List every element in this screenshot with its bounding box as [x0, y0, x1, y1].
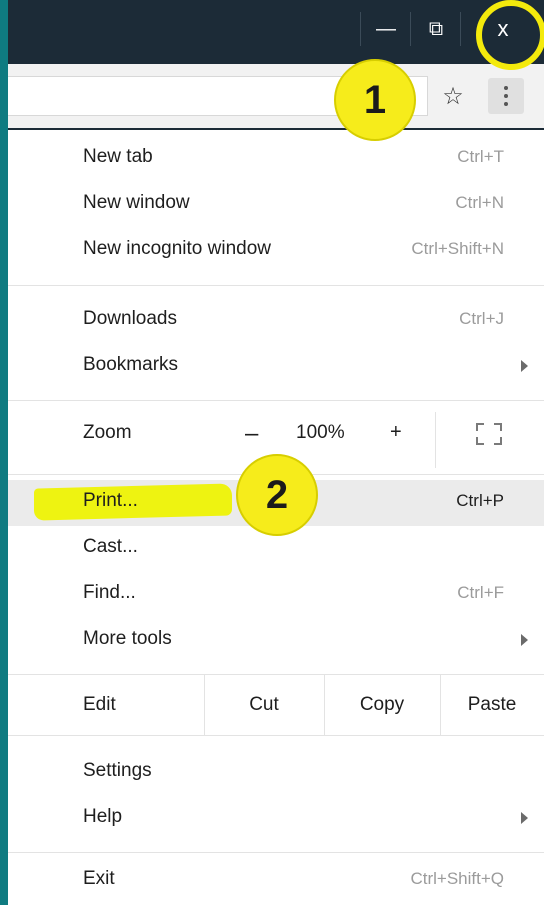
paste-button[interactable]: Paste: [440, 675, 544, 735]
menu-item-label: New tab: [83, 146, 153, 167]
menu-item-new-tab[interactable]: New tab Ctrl+T: [8, 136, 544, 182]
menu-item-edit: Edit Cut Copy Paste: [8, 675, 544, 735]
toolbar: ☆: [8, 64, 544, 128]
zoom-level: 100%: [296, 422, 345, 443]
menu-divider: [8, 400, 544, 401]
menu-item-new-incognito-window[interactable]: New incognito window Ctrl+Shift+N: [8, 228, 544, 274]
menu-item-label: Cast...: [83, 536, 138, 557]
menu-item-shortcut: Ctrl+Shift+N: [411, 239, 504, 258]
menu-item-find[interactable]: Find... Ctrl+F: [8, 572, 544, 618]
submenu-arrow-icon: [521, 360, 528, 372]
menu-divider: [8, 285, 544, 286]
close-button[interactable]: x: [460, 12, 544, 46]
submenu-arrow-icon: [521, 812, 528, 824]
menu-item-label: New window: [83, 192, 190, 213]
menu-item-label: Zoom: [83, 422, 132, 443]
browser-window: — ⧉ x ☆ New tab Ctrl+T New window Ctrl+N…: [8, 0, 544, 905]
menu-item-more-tools[interactable]: More tools: [8, 618, 544, 664]
zoom-out-button[interactable]: –: [245, 420, 258, 448]
title-bar: — ⧉ x: [8, 0, 544, 64]
menu-kebab-button[interactable]: [488, 78, 524, 114]
menu-item-downloads[interactable]: Downloads Ctrl+J: [8, 298, 544, 344]
menu-item-shortcut: Ctrl+N: [455, 193, 504, 212]
step-1-badge: 1: [334, 59, 416, 141]
menu-item-label: More tools: [83, 628, 172, 649]
kebab-dot: [504, 102, 508, 106]
menu-item-label: Print...: [83, 490, 138, 511]
copy-button[interactable]: Copy: [324, 675, 440, 735]
kebab-dot: [504, 86, 508, 90]
menu-divider: [8, 735, 544, 736]
menu-item-label: New incognito window: [83, 238, 271, 259]
minimize-button[interactable]: —: [360, 12, 411, 46]
menu-item-shortcut: Ctrl+F: [457, 583, 504, 602]
menu-item-label: Downloads: [83, 308, 177, 329]
menu-item-shortcut: Ctrl+P: [456, 491, 504, 510]
menu-item-label: Exit: [83, 868, 115, 889]
zoom-divider: [435, 412, 436, 468]
cut-button[interactable]: Cut: [204, 675, 324, 735]
menu-item-shortcut: Ctrl+Shift+Q: [410, 869, 504, 888]
bookmark-star-icon[interactable]: ☆: [438, 82, 468, 112]
restore-button[interactable]: ⧉: [410, 12, 461, 46]
menu-item-label: Help: [83, 806, 123, 827]
edit-label: Edit: [83, 694, 116, 715]
kebab-dot: [504, 94, 508, 98]
menu-item-label: Settings: [83, 760, 152, 781]
menu-item-label: Find...: [83, 582, 136, 603]
menu-item-help[interactable]: Help: [8, 796, 544, 842]
menu-item-shortcut: Ctrl+J: [459, 309, 504, 328]
zoom-in-button[interactable]: +: [390, 421, 402, 444]
menu-item-shortcut: Ctrl+T: [457, 147, 504, 166]
menu-item-bookmarks[interactable]: Bookmarks: [8, 344, 544, 390]
menu-divider: [8, 852, 544, 853]
menu-item-settings[interactable]: Settings: [8, 750, 544, 796]
submenu-arrow-icon: [521, 634, 528, 646]
menu-item-new-window[interactable]: New window Ctrl+N: [8, 182, 544, 228]
step-2-badge: 2: [236, 454, 318, 536]
fullscreen-icon[interactable]: [476, 423, 502, 445]
menu-item-label: Bookmarks: [83, 354, 179, 375]
menu-item-exit[interactable]: Exit Ctrl+Shift+Q: [8, 858, 544, 904]
